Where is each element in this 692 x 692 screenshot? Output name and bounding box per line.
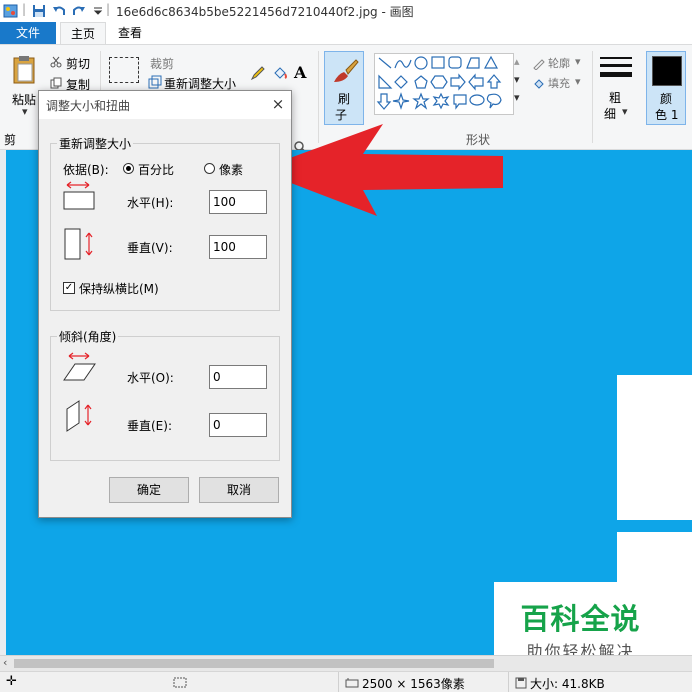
watermark: 百科全说 助你轻松解决 (494, 582, 667, 666)
redo-icon[interactable] (72, 4, 86, 18)
keep-ratio-checkbox[interactable]: ✓ (63, 282, 75, 294)
vertical-resize-icon (64, 228, 93, 260)
size-label: 粗 (609, 91, 622, 105)
clipboard-group-label: 剪 (4, 133, 17, 147)
shapes-gallery[interactable] (374, 53, 514, 115)
title-separator: | (106, 2, 111, 16)
pencil-icon[interactable] (250, 65, 266, 81)
outline-dropdown-icon[interactable]: ▾ (575, 55, 581, 68)
outline-icon[interactable] (532, 57, 545, 70)
cut-icon[interactable] (50, 56, 62, 68)
skew-horizontal-input[interactable]: 0 (209, 365, 267, 389)
copy-icon[interactable] (50, 77, 62, 89)
cancel-button[interactable]: 取消 (199, 477, 279, 503)
horizontal-skew-icon (63, 352, 96, 381)
size-label-2: 细 (604, 107, 617, 121)
skew-group-title: 倾斜(角度) (57, 328, 119, 345)
fill-button[interactable]: 填充 (548, 75, 570, 91)
crop-button[interactable]: 裁剪 (150, 55, 174, 72)
cursor-position-icon: ✛ (6, 674, 17, 689)
size-dropdown-icon: ▾ (622, 105, 628, 118)
shapes-gallery-icons (376, 55, 502, 110)
select-icon[interactable] (109, 57, 139, 83)
resize-icon[interactable] (148, 75, 162, 89)
dialog-close-icon[interactable]: × (267, 93, 289, 115)
keep-ratio-label[interactable]: 保持纵横比(M) (79, 280, 159, 297)
save-icon[interactable] (32, 4, 46, 18)
paste-dropdown-icon[interactable]: ▾ (22, 105, 28, 118)
paint-app-icon[interactable] (3, 3, 19, 19)
text-tool-icon[interactable]: A (294, 63, 306, 82)
scrollbar-thumb[interactable] (14, 659, 494, 668)
resize-skew-dialog: 调整大小和扭曲 × 重新调整大小 依据(B): 百分比 像素 水平(H): 10… (38, 90, 292, 518)
cut-button[interactable]: 剪切 (66, 55, 90, 72)
color1-label: 颜 (660, 92, 673, 106)
window-title: 16e6d6c8634b5be5221456d7210440f2.jpg - 画… (116, 5, 414, 19)
percent-radio[interactable] (123, 163, 134, 174)
color1-swatch (652, 56, 682, 86)
file-size-text: 大小: 41.8KB (530, 677, 605, 691)
undo-icon[interactable] (52, 4, 66, 18)
fill-dropdown-icon[interactable]: ▾ (575, 75, 581, 88)
disk-icon (515, 677, 527, 689)
vertical-skew-icon (66, 400, 92, 432)
by-label: 依据(B): (63, 163, 109, 177)
image-size-text: 2500 × 1563像素 (362, 677, 465, 691)
ribbon-tab-row: 文件 主页 查看 (0, 22, 692, 44)
ok-button[interactable]: 确定 (109, 477, 189, 503)
skew-vertical-label: 垂直(E): (127, 419, 172, 433)
status-bar: ✛ 2500 × 1563像素 大小: 41.8KB (0, 671, 692, 692)
horizontal-label: 水平(H): (127, 196, 174, 210)
fill-bucket-icon[interactable] (272, 65, 288, 81)
dialog-title-bar[interactable]: 调整大小和扭曲 × (39, 91, 291, 119)
watermark-title: 百科全说 (520, 602, 641, 636)
dialog-title: 调整大小和扭曲 (46, 99, 131, 113)
paste-icon[interactable] (12, 55, 38, 85)
image-size-icon (345, 678, 359, 688)
pixels-radio[interactable] (204, 163, 215, 174)
skew-vertical-input[interactable]: 0 (209, 413, 267, 437)
resize-group-title: 重新调整大小 (57, 135, 134, 152)
color1-label-2: 色 1 (655, 108, 679, 122)
brush-button[interactable]: 刷 子 (324, 51, 364, 125)
horizontal-resize-icon (63, 181, 95, 210)
vertical-label: 垂直(V): (127, 241, 173, 255)
brush-icon (334, 59, 359, 82)
brush-label: 刷 (338, 92, 351, 106)
pixels-label[interactable]: 像素 (219, 161, 243, 178)
title-separator: | (22, 2, 27, 16)
scroll-left-icon[interactable]: ‹ (3, 656, 7, 669)
fill-icon[interactable] (532, 77, 545, 90)
title-bar: | | 16e6d6c8634b5be5221456d7210440f2.jpg… (0, 0, 692, 22)
ribbon-separator (592, 51, 593, 143)
color1-button[interactable]: 颜 色 1 (646, 51, 686, 125)
horizontal-input[interactable]: 100 (209, 190, 267, 214)
windows-logo-pane (617, 375, 692, 520)
vertical-input[interactable]: 100 (209, 235, 267, 259)
shapes-scroll-up-icon[interactable]: ▴ (514, 55, 520, 68)
horizontal-scrollbar[interactable]: ‹ (0, 655, 692, 671)
tab-view[interactable]: 查看 (108, 22, 152, 44)
shapes-scroll-down-icon[interactable]: ▾ (514, 73, 520, 86)
size-button[interactable]: 粗 细 ▾ (598, 53, 634, 123)
shapes-more-icon[interactable]: ▾ (514, 91, 520, 104)
skew-horizontal-label: 水平(O): (127, 371, 174, 385)
quick-access-dropdown-icon[interactable] (93, 7, 103, 15)
tab-home[interactable]: 主页 (60, 22, 106, 44)
outline-button[interactable]: 轮廓 (548, 55, 570, 71)
tab-file[interactable]: 文件 (0, 22, 56, 44)
percent-label[interactable]: 百分比 (138, 161, 174, 178)
selection-size-icon (173, 677, 187, 688)
